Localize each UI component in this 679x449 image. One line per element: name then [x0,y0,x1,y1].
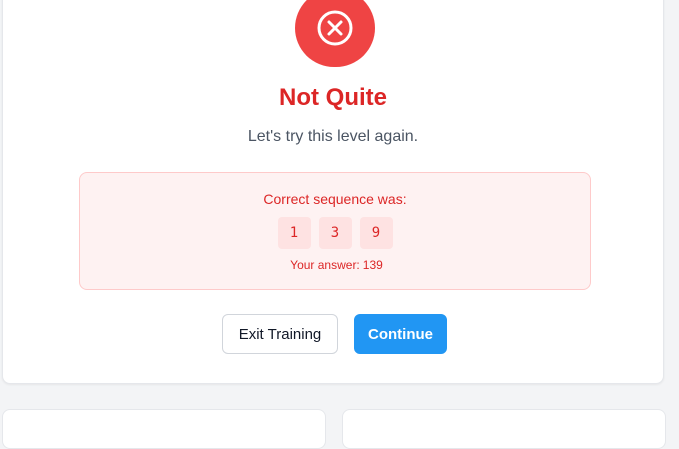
page-title: Not Quite [279,84,387,111]
correct-sequence-label: Correct sequence was: [263,191,407,207]
continue-button[interactable]: Continue [354,314,447,354]
result-card: Not Quite Let's try this level again. Co… [2,0,664,384]
correct-sequence-panel: Correct sequence was: 1 3 9 Your answer:… [79,172,591,290]
sequence-digit: 3 [318,217,352,249]
your-answer-label: Your answer: [290,258,360,272]
sequence-digits: 1 3 9 [80,217,590,249]
your-answer-value: 139 [362,258,383,272]
sequence-digit: 1 [277,217,311,249]
sequence-digit: 9 [359,217,393,249]
exit-training-button[interactable]: Exit Training [222,314,338,354]
x-circle-icon [316,9,354,47]
lower-card-left [2,409,326,449]
lower-card-right [342,409,666,449]
status-badge [295,0,375,67]
your-answer-text: Your answer: 139 [80,258,590,272]
result-subtitle: Let's try this level again. [247,128,419,145]
